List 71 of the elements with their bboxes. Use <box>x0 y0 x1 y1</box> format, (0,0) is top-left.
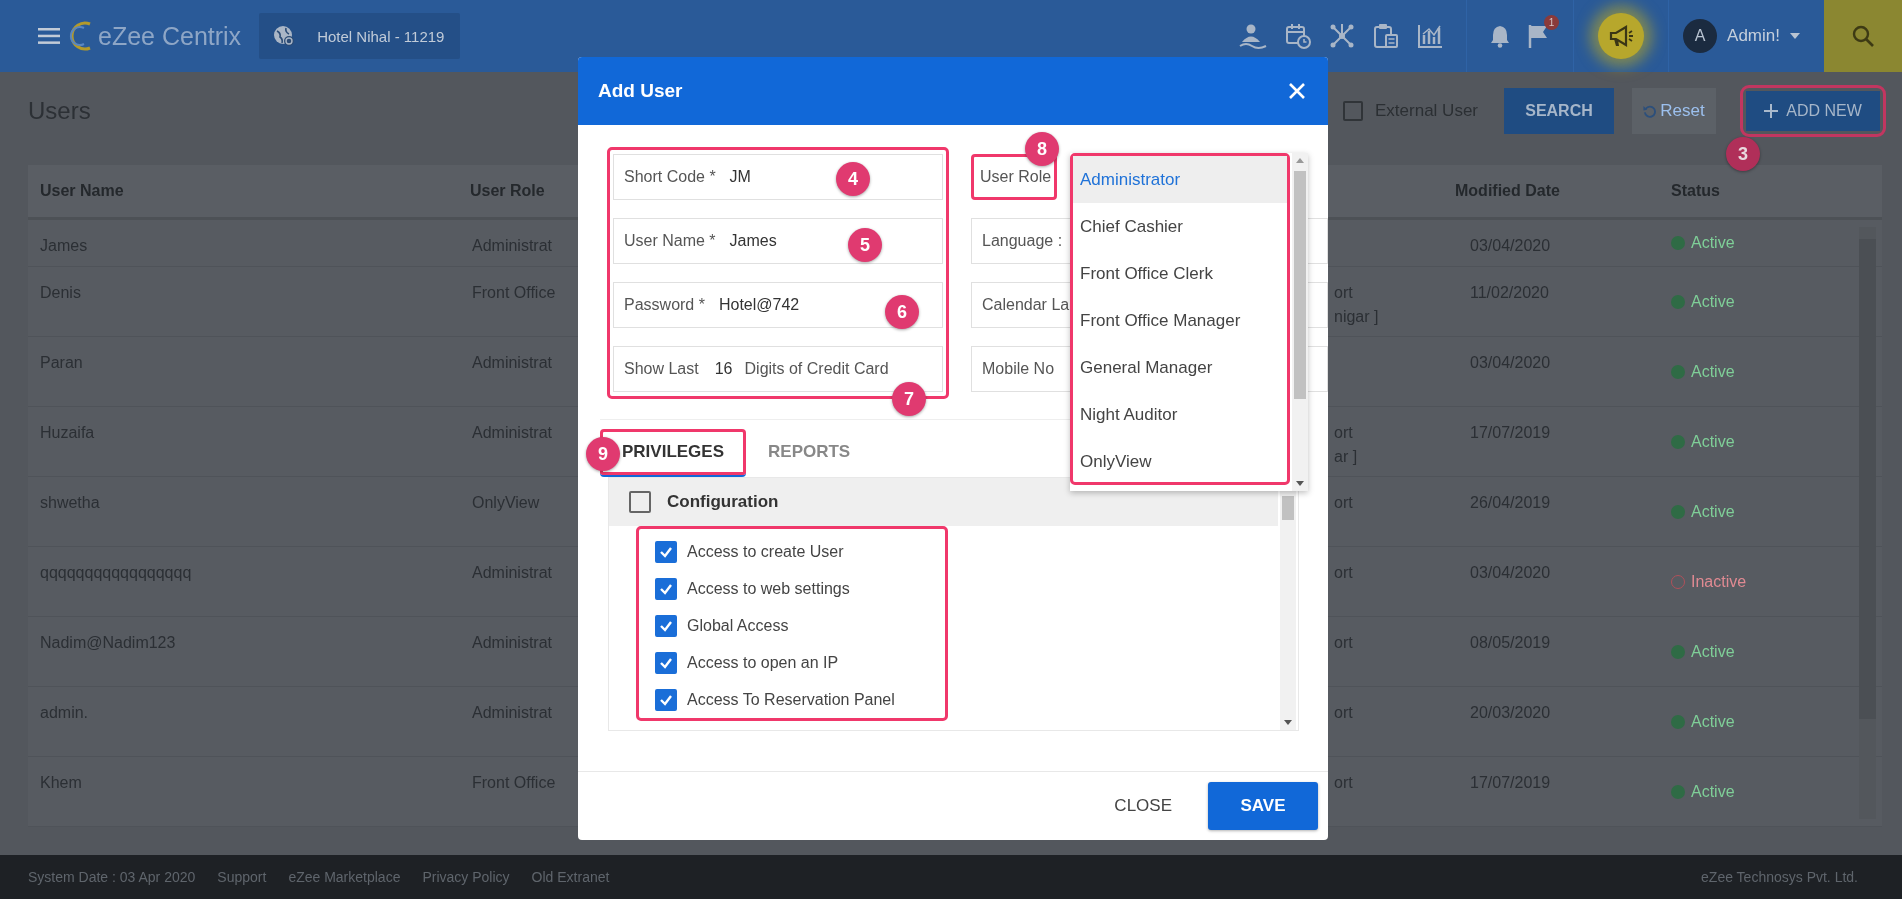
dropdown-option[interactable]: General Manager <box>1073 344 1287 391</box>
search-button[interactable]: SEARCH <box>1504 88 1614 134</box>
hotel-selector[interactable]: Hotel Nihal - 11219 <box>259 13 461 59</box>
status-text: Active <box>1691 431 1735 452</box>
search-button[interactable] <box>1824 0 1902 72</box>
checkbox-label: Access To Reservation Panel <box>687 690 895 709</box>
footer-link[interactable]: eZee Marketplace <box>288 869 401 885</box>
dropdown-option[interactable]: Night Auditor <box>1073 391 1287 438</box>
bell-icon[interactable] <box>1489 24 1512 48</box>
checkbox[interactable] <box>655 614 677 637</box>
checkbox[interactable] <box>655 688 677 711</box>
dropdown-option[interactable]: Administrator <box>1073 156 1287 203</box>
user-avatar[interactable]: A <box>1683 19 1718 53</box>
plus-icon <box>1764 104 1779 118</box>
footer-link[interactable]: Privacy Policy <box>422 869 510 885</box>
input-field[interactable]: Show Last 16 Digits of Credit Card <box>613 346 943 392</box>
dropdown-option[interactable]: OnlyView <box>1073 438 1287 485</box>
checkbox-label: Access to web settings <box>687 579 850 598</box>
tab[interactable]: REPORTS <box>746 429 873 477</box>
megaphone-icon <box>1608 24 1635 48</box>
callout-badge: 7 <box>892 382 926 416</box>
callout-badge: 8 <box>1025 132 1059 166</box>
search-icon <box>1852 25 1874 47</box>
clipboard-icon[interactable] <box>1372 22 1401 50</box>
scrollbar[interactable] <box>1292 153 1308 491</box>
announcement-button[interactable] <box>1598 13 1645 59</box>
company-name: eZee Technosys Pvt. Ltd. <box>1701 869 1858 885</box>
status-text: Active <box>1691 781 1735 802</box>
footer-link[interactable]: System Date : 03 Apr 2020 <box>28 869 196 885</box>
status-text: Active <box>1691 711 1735 732</box>
callout-badge: 4 <box>836 162 870 196</box>
close-button[interactable]: CLOSE <box>1108 795 1178 817</box>
callout-badge: 3 <box>1726 137 1760 171</box>
callout-badge: 5 <box>848 228 882 262</box>
globe-icon <box>273 25 296 47</box>
footer-link[interactable]: Support <box>217 869 267 885</box>
dropdown-option[interactable]: Front Office Manager <box>1073 297 1287 344</box>
status-text: Active <box>1691 501 1735 522</box>
checkbox-label: Global Access <box>687 616 789 635</box>
refresh-icon <box>1643 104 1657 118</box>
group-label: Configuration <box>667 492 779 512</box>
callout-badge: 9 <box>586 437 620 471</box>
checkbox-label: Access to open an IP <box>687 653 839 672</box>
chart-icon[interactable] <box>1416 22 1445 50</box>
calendar-clock-icon[interactable] <box>1284 22 1313 50</box>
callout-badge: 6 <box>885 295 919 329</box>
footer-link[interactable]: Old Extranet <box>531 869 610 885</box>
dialog-title: Add User <box>598 80 684 102</box>
reset-button[interactable]: Reset <box>1632 88 1716 134</box>
dropdown-option[interactable]: Chief Cashier <box>1073 203 1287 250</box>
logo-text: eZee Centrix <box>98 21 242 51</box>
status-text: Active <box>1691 361 1735 382</box>
save-button[interactable]: SAVE <box>1208 782 1318 830</box>
add-new-button[interactable]: ADD NEW <box>1746 91 1880 131</box>
status-text: Active <box>1691 291 1735 312</box>
checkbox[interactable] <box>1343 101 1363 121</box>
status-text: Inactive <box>1691 571 1747 592</box>
checkbox[interactable] <box>655 540 677 563</box>
menu-icon[interactable] <box>38 28 60 44</box>
status-text: Active <box>1691 641 1735 662</box>
close-icon[interactable] <box>1288 82 1306 100</box>
checkbox[interactable] <box>655 651 677 674</box>
checkbox-label: Access to create User <box>687 542 844 561</box>
checkbox[interactable] <box>629 491 651 513</box>
caret-icon <box>1790 33 1800 39</box>
user-menu[interactable]: Admin! <box>1727 26 1800 46</box>
dropdown-option[interactable]: Front Office Clerk <box>1073 250 1287 297</box>
status-text: Active <box>1691 233 1735 253</box>
person-icon[interactable] <box>1238 22 1269 50</box>
notification-badge: 1 <box>1544 15 1560 30</box>
checkbox[interactable] <box>655 577 677 600</box>
